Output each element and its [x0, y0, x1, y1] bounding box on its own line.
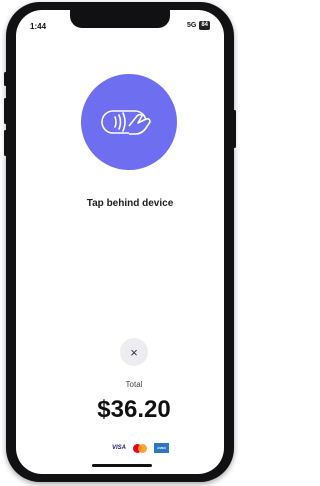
mastercard-logo [133, 443, 148, 453]
network-indicator: 5G [186, 22, 197, 29]
cancel-button[interactable]: × [120, 338, 148, 366]
contactless-tap-graphic [81, 74, 177, 170]
battery-icon: 84 [199, 21, 210, 30]
status-indicators: 5G 84 [187, 21, 210, 30]
total-amount: $36.20 [97, 396, 171, 423]
phone-screen: 1:44 5G 84 Tap behind device × Total $36… [16, 10, 224, 474]
status-time: 1:44 [30, 22, 47, 31]
visa-logo: VISA [112, 445, 127, 451]
power-button [233, 110, 236, 148]
mute-switch [4, 72, 7, 86]
notch [70, 10, 170, 28]
volume-down-button [4, 130, 7, 156]
contactless-tap-icon [101, 110, 151, 135]
tap-instruction: Tap behind device [86, 198, 174, 209]
amex-logo: AMEX [154, 443, 170, 453]
home-indicator [92, 464, 152, 467]
close-icon: × [130, 344, 138, 360]
accepted-cards: VISA AMEX [112, 443, 170, 453]
total-label: Total [125, 380, 143, 389]
volume-up-button [4, 98, 7, 124]
phone-frame: 1:44 5G 84 Tap behind device × Total $36… [4, 2, 236, 482]
